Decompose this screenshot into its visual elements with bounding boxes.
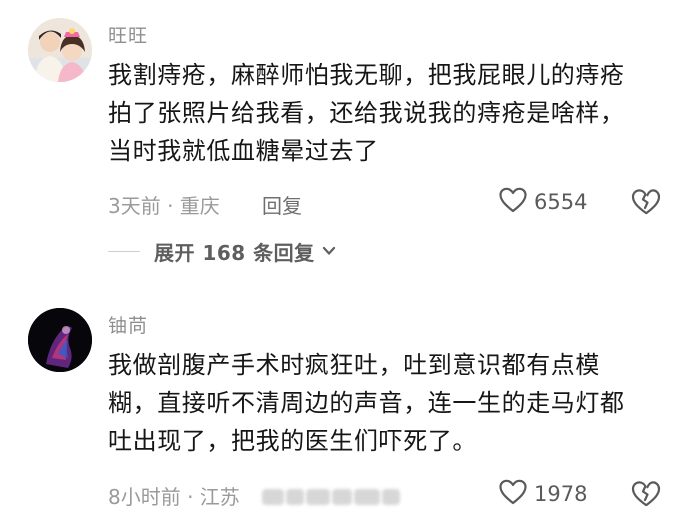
comment-text-line: 拍了张照片给我看，还给我说我的痔疮是啥样， (108, 99, 625, 127)
comment-username[interactable]: 铀苘 (108, 311, 148, 338)
like-button[interactable]: 1978 (498, 478, 587, 510)
like-button[interactable]: 6554 (498, 186, 587, 218)
comment-meta: 3天前 · 重庆 (108, 194, 220, 218)
broken-heart-icon (630, 481, 662, 513)
comment-text-line: 我割痔疮，麻醉师怕我无聊，把我屁眼儿的痔疮 (108, 61, 625, 89)
dislike-button[interactable] (630, 187, 662, 221)
comment-text-line: 当时我就低血糖晕过去了 (108, 137, 379, 165)
comment-item: 铀苘 我做剖腹产手术时疯狂吐，吐到意识都有点模 糊，直接听不清周边的声音，连一生… (0, 300, 690, 513)
comment-username[interactable]: 旺旺 (108, 21, 148, 48)
chevron-down-icon (315, 242, 337, 261)
reply-button[interactable]: 回复 (262, 190, 302, 219)
avatar[interactable] (28, 308, 92, 372)
comment-item: 旺旺 我割痔疮，麻醉师怕我无聊，把我屁眼儿的痔疮 拍了张照片给我看，还给我说我的… (0, 0, 690, 290)
expand-replies-label: 展开 168 条回复 (154, 241, 315, 265)
avatar[interactable] (28, 18, 92, 82)
comment-meta: 8小时前 · 江苏 (108, 485, 240, 509)
comment-text-line: 我做剖腹产手术时疯狂吐，吐到意识都有点模 (108, 351, 600, 379)
comment-text: 我做剖腹产手术时疯狂吐，吐到意识都有点模 糊，直接听不清周边的声音，连一生的走马… (108, 346, 668, 460)
broken-heart-icon (630, 189, 662, 221)
heart-outline-icon (498, 478, 528, 510)
comment-text: 我割痔疮，麻醉师怕我无聊，把我屁眼儿的痔疮 拍了张照片给我看，还给我说我的痔疮是… (108, 56, 668, 170)
like-count: 1978 (534, 482, 588, 506)
divider (108, 251, 140, 252)
comment-text-line: 糊，直接听不清周边的声音，连一生的走马灯都 (108, 389, 625, 417)
blurred-text (262, 486, 404, 508)
heart-outline-icon (498, 186, 528, 218)
comment-text-line: 吐出现了，把我的医生们吓死了。 (108, 427, 477, 455)
expand-replies-button[interactable]: 展开 168 条回复 (108, 237, 337, 266)
dislike-button[interactable] (630, 479, 662, 513)
like-count: 6554 (534, 190, 588, 214)
